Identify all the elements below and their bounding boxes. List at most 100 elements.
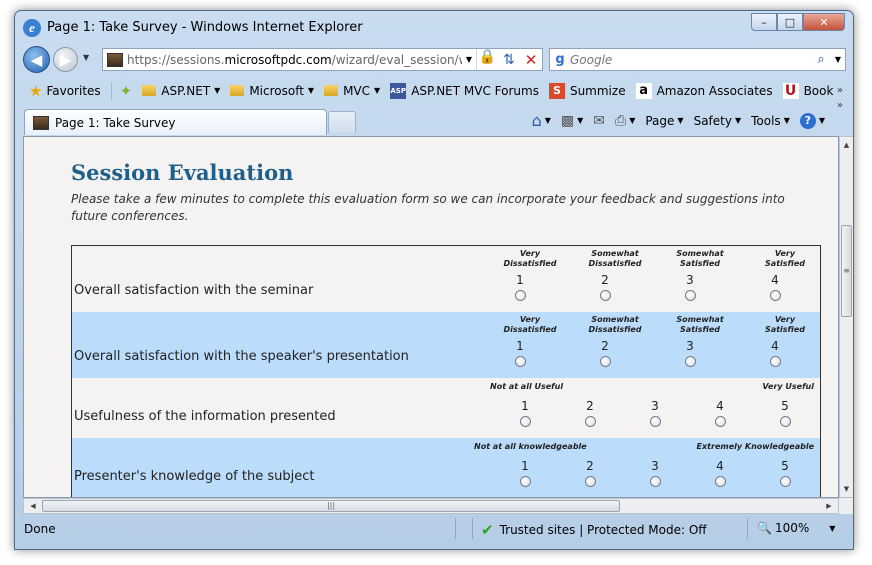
vertical-scrollbar[interactable]: ▲ ≡ ▼ [839, 136, 853, 498]
folder-icon [142, 85, 157, 96]
recent-pages-dropdown-icon[interactable]: ▼ [83, 53, 89, 62]
horizontal-scrollbar[interactable]: ◀ ||| ▶ [23, 498, 839, 514]
zoom-level[interactable]: 🔍 100% ▼ [757, 521, 835, 535]
more-favorites-chevron-icon[interactable]: » [837, 85, 843, 96]
home-button[interactable]: ⌂ ▼ [532, 111, 551, 130]
print-button[interactable]: ⎙ ▼ [615, 113, 635, 129]
favorite-asp-net-mvc-forums[interactable]: ASP ASP.NET MVC Forums [390, 82, 539, 99]
favorite-mvc[interactable]: MVC ▼ [324, 84, 380, 98]
feeds-icon: ▩ [560, 112, 575, 129]
rating-radio-2[interactable] [600, 290, 611, 301]
option-number: 1 [521, 399, 529, 413]
security-zone[interactable]: ✔ Trusted sites | Protected Mode: Off [481, 521, 707, 539]
rating-radio-1[interactable] [515, 356, 526, 367]
scroll-down-arrow-icon[interactable]: ▼ [840, 481, 853, 497]
rating-radio-3[interactable] [650, 416, 661, 427]
scale-low-label: Not at all Useful [490, 382, 564, 391]
rating-radio-1[interactable] [520, 416, 531, 427]
folder-icon [230, 85, 245, 96]
favorite-asp-net[interactable]: ASP.NET ▼ [142, 84, 220, 98]
search-options-dropdown-icon[interactable]: ▼ [831, 55, 845, 64]
scrollbar-corner [839, 498, 853, 514]
vertical-scroll-thumb[interactable]: ≡ [841, 225, 852, 317]
status-text: Done [24, 522, 56, 536]
scroll-up-arrow-icon[interactable]: ▲ [840, 137, 853, 153]
option-number: 1 [516, 339, 524, 353]
horizontal-scroll-thumb[interactable]: ||| [42, 500, 620, 512]
favorite-book[interactable]: U Book [782, 82, 833, 99]
safety-menu[interactable]: Safety ▼ [694, 114, 742, 128]
feeds-button[interactable]: ▩ ▼ [561, 113, 583, 129]
add-to-favorites-icon[interactable]: ✦ [110, 81, 132, 100]
rating-radio-3[interactable] [685, 290, 696, 301]
address-bar[interactable]: https://sessions.microsoftpdc.com/wizard… [102, 48, 543, 71]
search-box[interactable]: g ⌕ ▼ [549, 48, 846, 71]
forward-button[interactable]: ▶ [53, 47, 78, 72]
favorite-amazon-associates[interactable]: a Amazon Associates [635, 82, 773, 99]
read-mail-button[interactable]: ✉ [593, 113, 605, 129]
rating-radio-4[interactable] [715, 416, 726, 427]
favorite-label: MVC [343, 83, 371, 98]
favorites-button[interactable]: ★ Favorites [29, 82, 101, 100]
lock-icon[interactable]: 🔒 [476, 49, 498, 70]
search-input[interactable] [570, 52, 811, 67]
stop-button[interactable]: ✕ [520, 51, 542, 69]
home-icon: ⌂ [531, 111, 542, 130]
tab-take-survey[interactable]: Page 1: Take Survey [24, 109, 327, 135]
favorite-label: ASP.NET MVC Forums [411, 83, 539, 98]
rating-radio-1[interactable] [515, 290, 526, 301]
option-number: 5 [781, 459, 789, 473]
rating-radio-2[interactable] [585, 416, 596, 427]
option-number: 2 [586, 459, 594, 473]
tools-menu[interactable]: Tools ▼ [751, 114, 790, 128]
address-dropdown-icon[interactable]: ▼ [462, 55, 476, 64]
book-site-icon: U [782, 82, 799, 99]
scroll-left-arrow-icon[interactable]: ◀ [26, 499, 40, 513]
option-number: 1 [516, 273, 524, 287]
new-tab-button[interactable] [328, 111, 356, 133]
rating-radio-4[interactable] [770, 290, 781, 301]
scale-label: Somewhat Dissatisfied [588, 315, 642, 334]
scroll-right-arrow-icon[interactable]: ▶ [822, 499, 836, 513]
maximize-button[interactable]: □ [777, 13, 803, 31]
rating-radio-3[interactable] [685, 356, 696, 367]
rating-radio-4[interactable] [715, 476, 726, 487]
favorite-label: Amazon Associates [656, 83, 773, 98]
address-url[interactable]: https://sessions.microsoftpdc.com/wizard… [127, 53, 462, 67]
favorite-summize[interactable]: S Summize [548, 82, 626, 99]
close-button[interactable]: ✕ [803, 13, 845, 31]
help-button[interactable]: ? ▼ [799, 112, 825, 129]
rating-radio-5[interactable] [780, 476, 791, 487]
rating-radio-3[interactable] [650, 476, 661, 487]
page-title: Session Evaluation [71, 160, 294, 185]
rating-radio-2[interactable] [600, 356, 611, 367]
minimize-button[interactable]: – [751, 13, 777, 31]
rating-radio-2[interactable] [585, 476, 596, 487]
scale-label: Somewhat Dissatisfied [588, 249, 642, 268]
page-menu[interactable]: Page ▼ [645, 114, 683, 128]
option-number: 2 [586, 399, 594, 413]
scale-low-label: Not at all knowledgeable [474, 442, 587, 451]
rating-radio-5[interactable] [780, 416, 791, 427]
rating-radio-1[interactable] [520, 476, 531, 487]
survey-question-row: Usefulness of the information presented N… [72, 378, 820, 438]
page-favicon-icon [107, 52, 123, 67]
more-commands-chevron-icon[interactable]: » [837, 100, 843, 111]
question-text: Overall satisfaction with the speaker's … [74, 349, 409, 364]
google-icon: g [555, 52, 565, 67]
scale-high-label: Very Useful [762, 382, 814, 391]
star-icon: ★ [29, 81, 43, 100]
command-bar: ⌂ ▼ ▩ ▼ ✉ ⎙ ▼ Page ▼ Safety ▼ Tools ▼ ? ▼ [522, 111, 825, 130]
zoom-icon: 🔍 [757, 521, 772, 535]
favorite-microsoft[interactable]: Microsoft ▼ [230, 84, 314, 98]
option-number: 2 [601, 273, 609, 287]
back-button[interactable]: ◀ [23, 46, 50, 73]
option-number: 1 [521, 459, 529, 473]
search-icon[interactable]: ⌕ [811, 52, 831, 67]
scale-label: Very Dissatisfied [503, 315, 557, 334]
status-divider [747, 518, 748, 539]
rating-radio-4[interactable] [770, 356, 781, 367]
option-number: 4 [716, 399, 724, 413]
dropdown-arrow-icon: ▼ [374, 86, 381, 95]
refresh-button[interactable]: ⇅ [498, 52, 520, 68]
